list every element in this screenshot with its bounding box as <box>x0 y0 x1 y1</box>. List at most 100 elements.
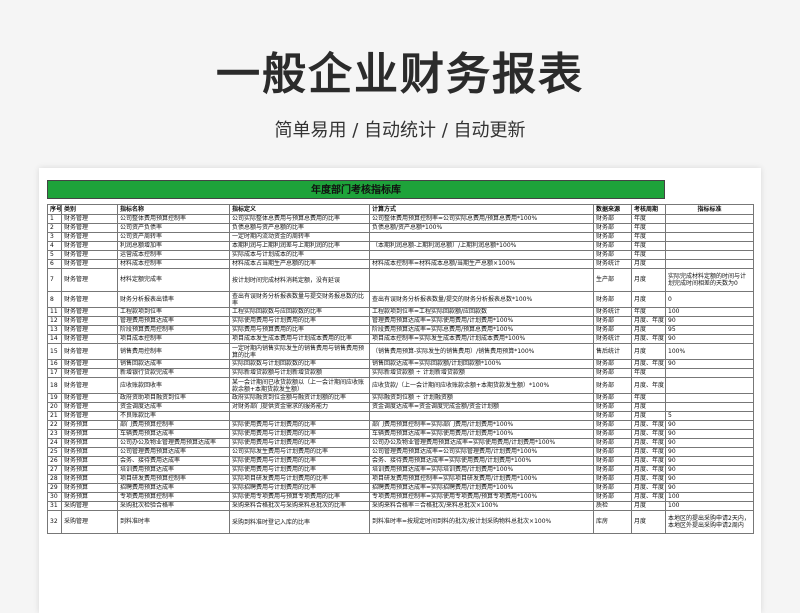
cell-definition: 公司实际整体总费用与预算总费用的比率 <box>229 214 370 224</box>
cell-period: 年度 <box>631 307 666 317</box>
cell-standard: 90 <box>665 420 754 430</box>
cell-source: 财务部 <box>593 474 632 484</box>
cell-category: 财务预算 <box>61 447 118 457</box>
cell-definition: 实际使用费用与计划费用的比率 <box>229 438 370 448</box>
cell-standard: 5 <box>665 411 754 421</box>
table-row: 7 财务管理 材料定额完成率 按计划时间完成材料消耗定额，没有延误 生产部 月度 实际完成材… <box>47 268 754 292</box>
cell-definition: 实际项目研发费用与计划费用的比率 <box>229 474 370 484</box>
cell-standard <box>665 402 754 412</box>
cell-index: 25 <box>47 447 62 457</box>
cell-source: 售后统计 <box>593 343 632 360</box>
page-title: 一般企业财务报表 <box>216 49 584 100</box>
cell-definition: 实际使用专项费用与预算专项费用的比率 <box>229 492 370 502</box>
cell-definition: 材料成本占当期生产总额的比率 <box>229 259 370 269</box>
cell-name: 项目成本控制率 <box>117 334 230 344</box>
cell-source: 财务部 <box>593 214 632 224</box>
cell-source: 生产部 <box>593 268 632 292</box>
cell-source: 财务部 <box>593 447 632 457</box>
table-row: 3 财务管理 公司资产周转率 一定时期内流动资金的周转率 财务部 年度 <box>47 232 754 242</box>
cell-name: 利润总额增加率 <box>117 241 230 251</box>
col-header-definition: 指标定义 <box>229 204 370 215</box>
table-row: 16 财务管理 销售回款达成率 实际回款数与计划回款数的比率 销售回款达成率=实际回款额… <box>47 359 754 369</box>
cell-source: 质检 <box>593 501 632 511</box>
cell-category: 财务预算 <box>61 456 118 466</box>
cell-source: 财务部 <box>593 402 632 412</box>
table-row: 19 财务管理 政府资助项目融资到位率 政府实际融资到位金额与融资计划额的比率 实际融资… <box>47 393 754 403</box>
table-row: 8 财务管理 财务分析报表出错率 查出有误财务分析报表数量与提交财务报总数的比率 查出有… <box>47 291 754 308</box>
cell-name: 部门费用预算控制率 <box>117 420 230 430</box>
cell-definition: 实际使用费用与计划费用的比率 <box>229 456 370 466</box>
cell-index: 15 <box>47 343 62 360</box>
col-header-source: 数据来源 <box>593 204 632 215</box>
table-row: 1 财务管理 公司整体费用预算控制率 公司实际整体总费用与预算总费用的比率 公司整体费用… <box>47 214 754 224</box>
cell-definition: 实际使用费用与计划费用的比率 <box>229 420 370 430</box>
cell-definition: 政府实际融资到位金额与融资计划额的比率 <box>229 393 370 403</box>
cell-definition: 负债总额与资产总额的比率 <box>229 223 370 233</box>
cell-standard: 90 <box>665 334 754 344</box>
table-row: 28 财务预算 项目研发费用预算控制率 实际项目研发费用与计划费用的比率 项目研发费用预… <box>47 474 754 484</box>
table-row: 25 财务预算 公司管理费用预算达成率 公司实际发生费用与计划费用的比率 公司管理费用预… <box>47 447 754 457</box>
cell-formula: 销售回款达成率=实际回款额/计划回款额*100% <box>369 359 594 369</box>
cell-standard: 100 <box>665 492 754 502</box>
cell-formula: 专项费用预算控制率=实际使用专项费用/预算专项费用*100% <box>369 492 594 502</box>
table-row: 5 财务管理 运营成本控制率 实际成本与计划成本的比率 财务部 年度 <box>47 250 754 260</box>
cell-standard <box>665 214 754 224</box>
cell-index: 13 <box>47 325 62 335</box>
page-subtitle: 简单易用 / 自动统计 / 自动更新 <box>274 120 526 141</box>
cell-period: 月度、年度 <box>631 438 666 448</box>
cell-standard: 本地区的提出采购申请2天内，本地区外提出采购申请2周内 <box>665 510 754 534</box>
cell-definition: 实际费用与预算费用的比率 <box>229 325 370 335</box>
cell-period: 月度、年度 <box>631 359 666 369</box>
cell-name: 财务分析报表出错率 <box>117 291 230 308</box>
cell-index: 2 <box>47 223 62 233</box>
table-row: 15 财务管理 销售费用控制率 一定时期内销售实际发生的销售费用与销售费用预算的比率（… <box>47 343 754 360</box>
table-row: 11 财务管理 工程款项到位率 工程实际回款数与应回款数的比率 工程款项到位率=工程实际… <box>47 307 754 317</box>
cell-formula: 公司整体费用预算控制率=公司实际总费用/预算总费用*100% <box>369 214 594 224</box>
cell-category: 财务管理 <box>61 359 118 369</box>
cell-source: 财务部 <box>593 223 632 233</box>
cell-source: 财务部 <box>593 492 632 502</box>
cell-source: 库房 <box>593 510 632 534</box>
cell-name: 会务、接待费用达成率 <box>117 456 230 466</box>
cell-category: 采购管理 <box>61 510 118 534</box>
cell-source: 财务部 <box>593 393 632 403</box>
cell-standard: 90 <box>665 429 754 439</box>
cell-period: 月度、年度 <box>631 420 666 430</box>
cell-index: 26 <box>47 456 62 466</box>
cell-definition: 本期利润与上期利润差与上期利润的比率 <box>229 241 370 251</box>
cell-standard: 100 <box>665 307 754 317</box>
cell-period: 月度、年度 <box>631 447 666 457</box>
cell-period: 月度 <box>631 510 666 534</box>
cell-standard: 实际完成材料定额的时间与计划完成时间相差的天数为0 <box>665 268 754 292</box>
cell-formula: 工程款项到位率=工程实际回款额/应回款数 <box>369 307 594 317</box>
cell-name: 阶段预算费用控制率 <box>117 325 230 335</box>
cell-category: 财务预算 <box>61 420 118 430</box>
cell-formula: 管理费用预算达成率=实际使用费用/计划费用*100% <box>369 316 594 326</box>
cell-index: 19 <box>47 393 62 403</box>
cell-standard <box>665 250 754 260</box>
cell-name: 到料准时率 <box>117 510 230 534</box>
cell-period: 年度 <box>631 393 666 403</box>
cell-formula <box>369 250 594 260</box>
cell-formula: （本期利润总额-上期利润总额）/上期利润总额*100% <box>369 241 594 251</box>
cell-source: 财务部 <box>593 291 632 308</box>
cell-standard <box>665 232 754 242</box>
cell-formula: 实际新增贷款额 ÷ 计划新增贷款额 <box>369 368 594 378</box>
cell-formula: 查出有误财务分析报表数量/提交的财务分析报表总数*100% <box>369 291 594 308</box>
cell-standard: 90 <box>665 483 754 493</box>
cell-period: 月度、年度 <box>631 483 666 493</box>
cell-formula: 材料成本控制率=材料成本总额/当期生产总额×100% <box>369 259 594 269</box>
cell-source: 财务部 <box>593 465 632 475</box>
indicator-table: 序号 类别 指标名称 指标定义 计算方式 数据来源 考核周期 指标标准 1 财务管… <box>47 204 754 534</box>
cell-source: 财务统计 <box>593 259 632 269</box>
cell-formula: 公司办公及物业管理费用预算达成率=实际使用费用/计划费用*100% <box>369 438 594 448</box>
cell-name: 新增银行贷款完成率 <box>117 368 230 378</box>
cell-period: 年度 <box>631 223 666 233</box>
cell-source: 财务部 <box>593 241 632 251</box>
table-row: 6 财务管理 材料成本控制率 材料成本占当期生产总额的比率 材料成本控制率=材料成本总额… <box>47 259 754 269</box>
cell-definition: 实际新增贷款额与计划新增贷款额 <box>229 368 370 378</box>
cell-name: 不良账款比率 <box>117 411 230 421</box>
cell-standard: 90 <box>665 447 754 457</box>
cell-definition: 查出有误财务分析报表数量与提交财务报总数的比率 <box>229 291 370 308</box>
cell-name: 销售费用控制率 <box>117 343 230 360</box>
